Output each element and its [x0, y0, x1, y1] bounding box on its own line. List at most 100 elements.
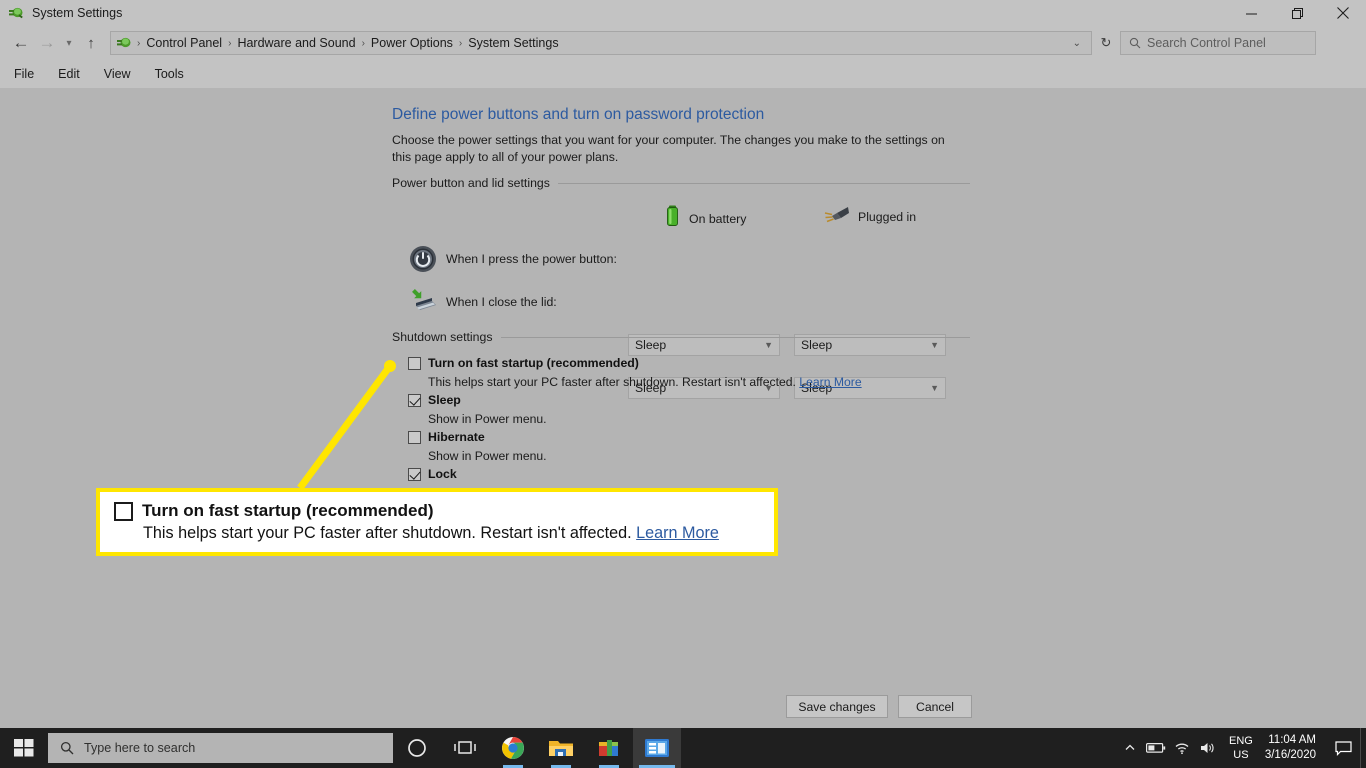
- divider: [500, 336, 970, 338]
- breadcrumb-item-control-panel[interactable]: Control Panel: [141, 36, 227, 50]
- checkbox-sleep[interactable]: [408, 394, 421, 407]
- breadcrumb-item-system-settings[interactable]: System Settings: [463, 36, 563, 50]
- checkbox-description-hibernate: Show in Power menu.: [428, 449, 547, 463]
- language-indicator[interactable]: ENG US: [1221, 728, 1261, 768]
- desktop: System Settings ← → ▾ ↑ › Control Panel …: [0, 0, 1366, 768]
- window-title-bar: System Settings: [0, 0, 1366, 26]
- search-placeholder: Search Control Panel: [1147, 36, 1266, 50]
- language-line-2: US: [1233, 749, 1249, 761]
- menu-bar: File Edit View Tools: [0, 60, 1366, 88]
- setting-row-power-button: When I press the power button:: [408, 244, 617, 274]
- checkbox-label-sleep: Sleep: [428, 393, 461, 407]
- taskbar: Type here to search ENG US 11:04 AM 3/16…: [0, 728, 1366, 768]
- minimize-button[interactable]: [1228, 0, 1274, 26]
- menu-view[interactable]: View: [94, 63, 141, 85]
- column-label-plugged-in: Plugged in: [858, 209, 917, 224]
- clock-time: 11:04 AM: [1268, 734, 1316, 747]
- cancel-button[interactable]: Cancel: [898, 695, 972, 718]
- menu-tools[interactable]: Tools: [145, 63, 194, 85]
- column-header-plugged-in: Plugged in: [822, 204, 916, 229]
- show-desktop-button[interactable]: [1360, 728, 1366, 768]
- chrome-icon[interactable]: [489, 728, 537, 768]
- chevron-up-icon[interactable]: [1117, 728, 1143, 768]
- power-button-icon: [408, 244, 438, 274]
- chevron-down-icon[interactable]: ⌄: [1065, 38, 1089, 49]
- action-center-icon[interactable]: [1326, 728, 1360, 768]
- battery-icon: [665, 204, 681, 233]
- menu-edit[interactable]: Edit: [48, 63, 90, 85]
- setting-row-close-lid: When I close the lid:: [408, 287, 557, 317]
- checkbox-description-fast-startup: This helps start your PC faster after sh…: [428, 375, 862, 389]
- clock[interactable]: 11:04 AM 3/16/2020: [1261, 728, 1326, 768]
- callout-fast-startup: Turn on fast startup (recommended) This …: [96, 488, 778, 556]
- chevron-down-icon: ▼: [930, 383, 939, 393]
- laptop-lid-icon: [408, 287, 438, 317]
- checkbox-row-hibernate[interactable]: Hibernate: [408, 430, 485, 444]
- address-bar: ← → ▾ ↑ › Control Panel › Hardware and S…: [0, 26, 1366, 60]
- power-settings-legend: Power button and lid settings: [392, 176, 550, 190]
- taskbar-search-placeholder: Type here to search: [84, 741, 196, 755]
- description-text: This helps start your PC faster after sh…: [428, 375, 796, 389]
- page-title: Define power buttons and turn on passwor…: [392, 106, 765, 123]
- window-controls: [1228, 0, 1366, 26]
- search-icon: [60, 741, 74, 755]
- battery-tray-icon[interactable]: [1143, 728, 1169, 768]
- task-view-icon[interactable]: [441, 728, 489, 768]
- cortana-icon[interactable]: [393, 728, 441, 768]
- ccleaner-icon[interactable]: [585, 728, 633, 768]
- checkbox-row-fast-startup[interactable]: Turn on fast startup (recommended): [408, 356, 639, 370]
- checkbox-fast-startup[interactable]: [408, 357, 421, 370]
- control-panel-icon[interactable]: [633, 728, 681, 768]
- callout-title: Turn on fast startup (recommended): [142, 501, 434, 520]
- clock-date: 3/16/2020: [1264, 749, 1316, 761]
- checkbox-lock[interactable]: [408, 468, 421, 481]
- setting-label-close-lid: When I close the lid:: [446, 295, 557, 309]
- checkbox-row-lock[interactable]: Lock: [408, 467, 457, 481]
- power-options-icon: [8, 5, 24, 21]
- system-tray: ENG US 11:04 AM 3/16/2020: [1117, 728, 1366, 768]
- window-title: System Settings: [32, 6, 123, 20]
- power-plug-icon: [822, 204, 850, 229]
- up-arrow-icon[interactable]: ↑: [78, 30, 104, 56]
- maximize-button[interactable]: [1274, 0, 1320, 26]
- breadcrumb-root-icon: [116, 35, 132, 51]
- save-changes-button[interactable]: Save changes: [786, 695, 888, 718]
- taskbar-search-input[interactable]: Type here to search: [48, 733, 393, 763]
- breadcrumb-item-hardware-and-sound[interactable]: Hardware and Sound: [232, 36, 360, 50]
- search-control-panel-input[interactable]: Search Control Panel: [1120, 31, 1316, 55]
- forward-arrow-icon[interactable]: →: [34, 30, 60, 56]
- recent-locations-icon[interactable]: ▾: [60, 30, 78, 56]
- language-line-1: ENG: [1228, 734, 1253, 747]
- windows-start-icon[interactable]: [0, 728, 48, 768]
- checkbox-label-fast-startup: Turn on fast startup (recommended): [428, 356, 639, 370]
- breadcrumb[interactable]: › Control Panel › Hardware and Sound › P…: [110, 31, 1092, 55]
- callout-row: Turn on fast startup (recommended): [114, 501, 774, 521]
- callout-description: This helps start your PC faster after sh…: [143, 524, 774, 543]
- back-arrow-icon[interactable]: ←: [8, 30, 34, 56]
- callout-learn-more-link[interactable]: Learn More: [636, 524, 719, 542]
- speaker-icon[interactable]: [1195, 728, 1221, 768]
- checkbox-row-sleep[interactable]: Sleep: [408, 393, 461, 407]
- file-explorer-icon[interactable]: [537, 728, 585, 768]
- refresh-button[interactable]: ↻: [1092, 31, 1120, 55]
- checkbox-hibernate[interactable]: [408, 431, 421, 444]
- callout-checkbox-fast-startup[interactable]: [114, 501, 133, 521]
- shutdown-settings-group-header: Shutdown settings: [392, 330, 970, 344]
- checkbox-description-sleep: Show in Power menu.: [428, 412, 547, 426]
- column-header-on-battery: On battery: [665, 204, 746, 233]
- divider: [557, 182, 970, 184]
- wifi-icon[interactable]: [1169, 728, 1195, 768]
- menu-file[interactable]: File: [4, 63, 44, 85]
- page-description: Choose the power settings that you want …: [392, 133, 945, 165]
- search-icon: [1129, 37, 1141, 49]
- setting-label-power-button: When I press the power button:: [446, 252, 617, 266]
- close-button[interactable]: [1320, 0, 1366, 26]
- power-settings-group-header: Power button and lid settings: [392, 176, 970, 190]
- breadcrumb-item-power-options[interactable]: Power Options: [366, 36, 458, 50]
- checkbox-label-lock: Lock: [428, 467, 457, 481]
- column-label-on-battery: On battery: [689, 211, 747, 226]
- shutdown-settings-legend: Shutdown settings: [392, 330, 493, 344]
- checkbox-label-hibernate: Hibernate: [428, 430, 485, 444]
- learn-more-link[interactable]: Learn More: [799, 375, 861, 389]
- callout-description-text: This helps start your PC faster after sh…: [143, 524, 632, 542]
